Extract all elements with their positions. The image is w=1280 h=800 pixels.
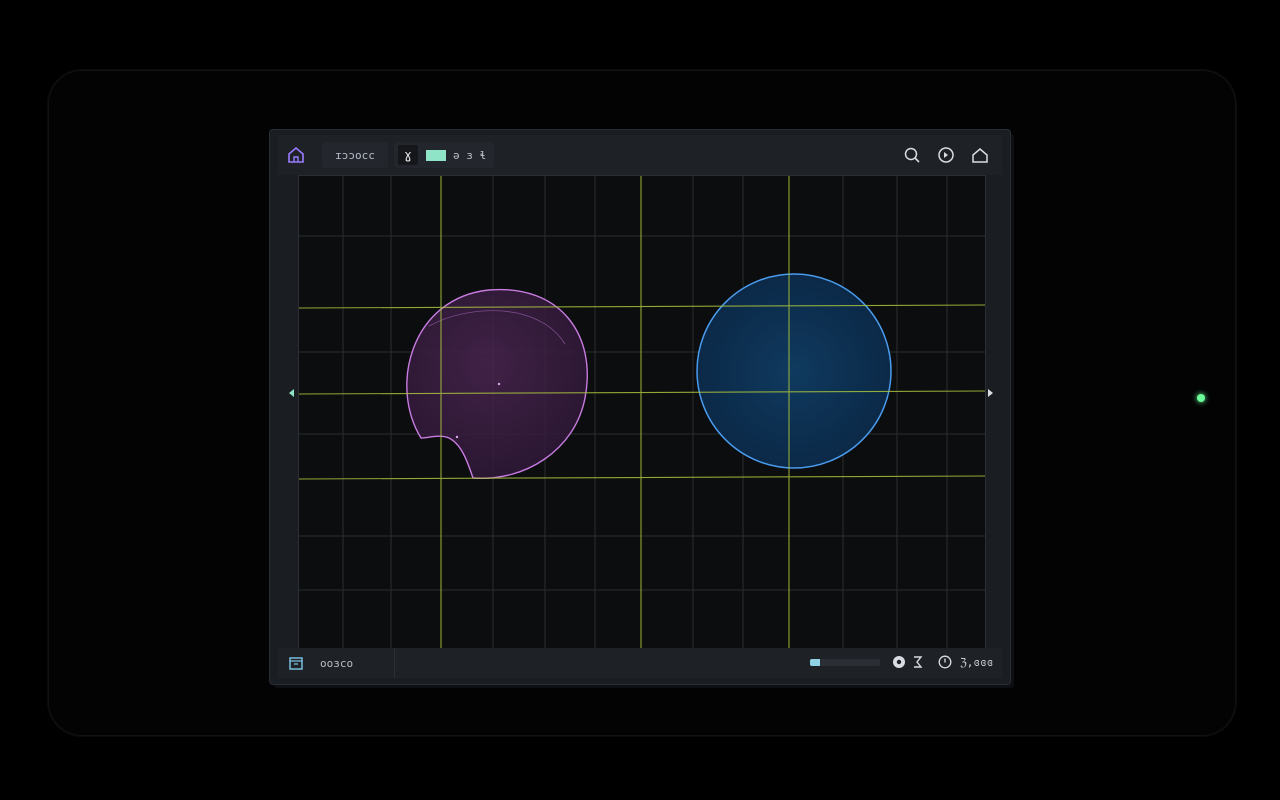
center-button[interactable] [934,143,958,167]
scroll-right-icon[interactable] [987,388,995,398]
home-icon [972,148,988,163]
archive-icon [289,657,303,670]
app-window: ɪɔɔocc ɣ ə ɜ ɬ ooɜco ℨ,ɞɞɞ [270,130,1010,684]
sigma-icon[interactable] [912,655,924,669]
layer-selector[interactable]: ɪɔɔocc [322,142,388,168]
progress-bar [810,659,880,666]
home-icon [288,146,304,163]
zoom-button[interactable] [900,143,924,167]
canvas-area[interactable] [298,175,986,649]
color-swatch[interactable] [426,149,446,161]
status-icons: ℨ,ɞɞɞ [892,655,993,669]
search-icon [904,147,920,163]
canvas-svg[interactable] [298,176,986,648]
toolbar-actions [900,143,992,167]
tool-group: ɣ ə ɜ ɬ [394,142,494,168]
magenta-shape[interactable] [406,288,588,479]
home-button[interactable] [278,135,314,175]
layer-selector-label: ɪɔɔocc [335,148,375,162]
power-led [1197,394,1205,402]
lock-icon[interactable] [892,655,906,669]
status-bar: ooɜco ℨ,ɞɞɞ [278,648,1002,678]
reset-view-button[interactable] [968,143,992,167]
anchor-point[interactable] [497,382,501,386]
scroll-left-icon[interactable] [287,388,295,398]
color-label: ə ɜ ɬ [453,148,487,162]
archive-button[interactable] [282,648,310,678]
status-value: ℨ,ɞɞɞ [960,655,994,669]
clock-icon[interactable] [938,655,952,669]
status-label: ooɜco [320,656,354,670]
status-divider [394,648,395,678]
blue-circle[interactable] [696,273,892,469]
anchor-point[interactable] [455,435,459,439]
target-icon [938,147,954,163]
tool-button[interactable]: ɣ [398,145,418,165]
top-toolbar: ɪɔɔocc ɣ ə ɜ ɬ [278,135,1002,175]
progress-fill [810,659,820,666]
